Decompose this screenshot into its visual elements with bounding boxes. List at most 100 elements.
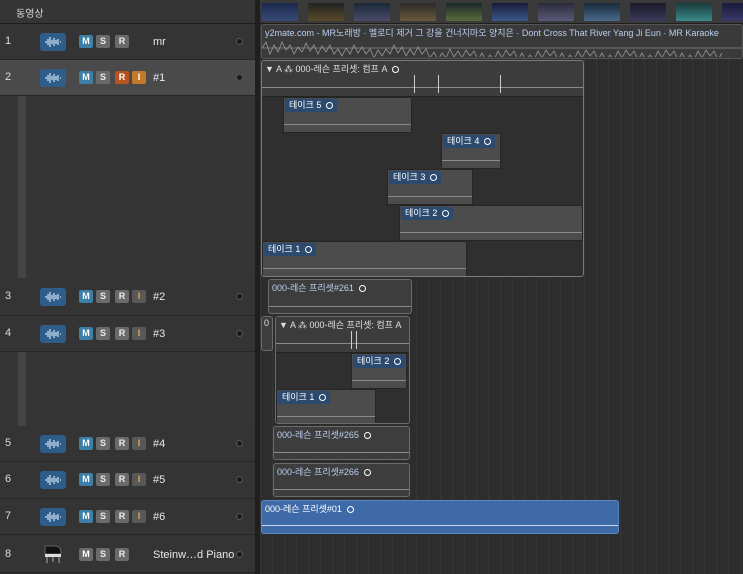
take-folder-region[interactable]: ▼ A ⁂ 000-레슨 프리셋: 컴프 A 테이크 2 테이크 1 xyxy=(275,316,410,424)
take-lane[interactable]: 테이크 2 xyxy=(351,353,407,389)
waveform xyxy=(262,41,742,57)
solo-button[interactable]: S xyxy=(96,290,110,303)
track-name[interactable]: Steinw…d Piano xyxy=(153,549,234,561)
audio-region[interactable]: 000-레슨 프리셋#266 xyxy=(273,463,410,497)
record-button[interactable]: R xyxy=(115,290,129,303)
track-row[interactable]: 1 M S R mr xyxy=(0,24,255,60)
take-lane[interactable]: 테이크 4 xyxy=(441,133,501,169)
audio-region[interactable]: 000-레슨 프리셋#265 xyxy=(273,426,410,460)
track-row[interactable]: 7 M S R I #6 xyxy=(0,499,255,535)
record-button[interactable]: R xyxy=(115,71,129,84)
solo-button[interactable]: S xyxy=(96,548,110,561)
track-name[interactable]: #1 xyxy=(153,72,165,84)
take-name: 테이크 5 xyxy=(289,100,322,110)
audio-region-fragment[interactable]: 0 xyxy=(261,316,273,351)
video-thumbnail xyxy=(354,3,390,21)
track-row-selected[interactable]: 2 M S R I #1 xyxy=(0,60,255,96)
arrangement-area[interactable]: y2mate.com - MR노래방 · 멜로디 제거 그 강을 건너지마오 양… xyxy=(260,24,743,574)
mute-button[interactable]: M xyxy=(79,290,93,303)
take-folder-region[interactable]: ▼ A ⁂ 000-레슨 프리셋: 컴프 A 테이크 5 테이크 4 테이크 3… xyxy=(261,60,584,277)
waveform xyxy=(274,452,409,453)
solo-button[interactable]: S xyxy=(96,473,110,486)
track-name[interactable]: mr xyxy=(153,36,166,48)
disclosure-triangle-icon[interactable]: ▼ xyxy=(279,320,288,330)
mute-button[interactable]: M xyxy=(79,71,93,84)
record-button[interactable]: R xyxy=(115,548,129,561)
take-label: 테이크 1 xyxy=(264,243,317,256)
record-button[interactable]: R xyxy=(115,473,129,486)
take-name: 테이크 2 xyxy=(357,356,390,366)
take-lane[interactable]: 테이크 1 xyxy=(262,241,467,276)
take-waveform xyxy=(388,196,472,197)
take-waveform xyxy=(352,380,406,381)
take-lane[interactable]: 테이크 3 xyxy=(387,169,473,205)
solo-button[interactable]: S xyxy=(96,510,110,523)
input-monitor-button[interactable]: I xyxy=(132,327,146,340)
input-monitor-button[interactable]: I xyxy=(132,290,146,303)
track-row[interactable]: 4 M S R I #3 xyxy=(0,316,255,352)
track-name[interactable]: #6 xyxy=(153,511,165,523)
track-row[interactable]: 6 M S R I #5 xyxy=(0,462,255,499)
record-button[interactable]: R xyxy=(115,327,129,340)
take-folder-bar xyxy=(18,352,26,426)
audio-region-selected[interactable]: 000-레슨 프리셋#01 xyxy=(261,500,619,534)
solo-button[interactable]: S xyxy=(96,71,110,84)
take-lane[interactable]: 테이크 5 xyxy=(283,97,412,133)
solo-button[interactable]: S xyxy=(96,327,110,340)
video-thumbnail-strip[interactable] xyxy=(260,0,743,24)
video-thumbnail xyxy=(630,3,666,21)
record-button[interactable]: R xyxy=(115,437,129,450)
region-title: 0 xyxy=(264,318,270,328)
quick-swipe-icon[interactable]: ⁂ xyxy=(298,320,307,330)
mute-button[interactable]: M xyxy=(79,437,93,450)
video-thumbnail xyxy=(584,3,620,21)
mute-button[interactable]: M xyxy=(79,548,93,561)
mute-button[interactable]: M xyxy=(79,327,93,340)
record-button[interactable]: R xyxy=(115,35,129,48)
track-number: 1 xyxy=(5,35,12,47)
track-name[interactable]: #3 xyxy=(153,328,165,340)
track-name[interactable]: #5 xyxy=(153,474,165,486)
take-name: 테이크 4 xyxy=(447,136,480,146)
input-monitor-button[interactable]: I xyxy=(132,473,146,486)
audio-region-mr[interactable]: y2mate.com - MR노래방 · 멜로디 제거 그 강을 건너지마오 양… xyxy=(261,24,743,59)
disclosure-triangle-icon[interactable]: ▼ xyxy=(265,64,274,74)
input-monitor-button[interactable]: I xyxy=(132,71,146,84)
region-title: 000-레슨 프리셋#266 xyxy=(277,465,371,478)
mute-button[interactable]: M xyxy=(79,35,93,48)
loop-circle-icon xyxy=(484,138,492,145)
track-activity-dot xyxy=(236,513,243,520)
track-activity-dot xyxy=(236,74,243,81)
audio-region[interactable]: 000-레슨 프리셋#261 xyxy=(268,279,412,314)
letter-a: A xyxy=(289,320,296,330)
grand-piano-icon xyxy=(42,542,64,564)
region-name: 000-레슨 프리셋#266 xyxy=(277,467,359,477)
track-row[interactable]: 5 M S R I #4 xyxy=(0,426,255,462)
track-name[interactable]: #4 xyxy=(153,438,165,450)
comp-lane[interactable]: ▼ A ⁂ 000-레슨 프리셋: 컴프 A xyxy=(276,317,409,353)
record-button[interactable]: R xyxy=(115,510,129,523)
loop-circle-icon xyxy=(430,174,438,181)
region-title: 000-레슨 프리셋#261 xyxy=(272,281,366,294)
track-row[interactable]: 8 M S R Steinw…d Piano xyxy=(0,535,255,573)
quick-swipe-icon[interactable]: ⁂ xyxy=(284,64,293,74)
take-name: 테이크 3 xyxy=(393,172,426,182)
take-waveform xyxy=(263,268,466,269)
loop-circle-icon[interactable] xyxy=(392,66,400,73)
track-row[interactable]: 3 M S R I #2 xyxy=(0,278,255,316)
mute-button[interactable]: M xyxy=(79,473,93,486)
track-number: 5 xyxy=(5,437,12,449)
comp-lane[interactable]: ▼ A ⁂ 000-레슨 프리셋: 컴프 A xyxy=(262,61,583,97)
take-waveform xyxy=(400,232,582,233)
input-monitor-button[interactable]: I xyxy=(132,437,146,450)
track-number: 6 xyxy=(5,473,12,485)
take-lane[interactable]: 테이크 2 xyxy=(399,205,583,241)
take-lane[interactable]: 테이크 1 xyxy=(276,389,376,423)
solo-button[interactable]: S xyxy=(96,35,110,48)
region-name: 000-레슨 프리셋#261 xyxy=(272,283,354,293)
mute-button[interactable]: M xyxy=(79,510,93,523)
region-name: 000-레슨 프리셋#01 xyxy=(265,504,342,514)
solo-button[interactable]: S xyxy=(96,437,110,450)
input-monitor-button[interactable]: I xyxy=(132,510,146,523)
track-name[interactable]: #2 xyxy=(153,291,165,303)
